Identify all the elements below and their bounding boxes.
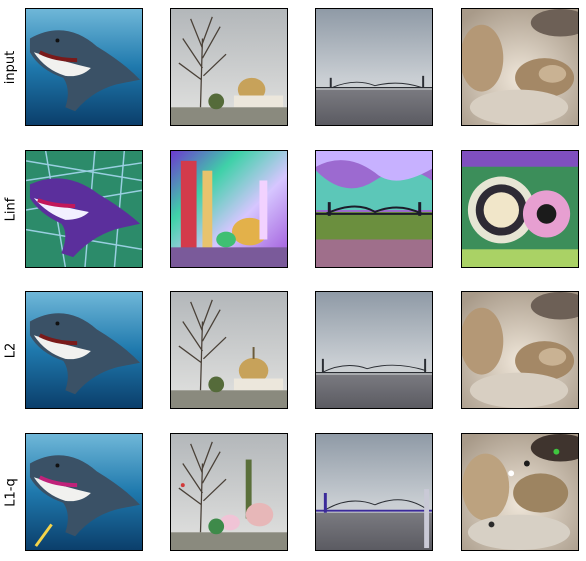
image-l2-snake: [461, 291, 579, 409]
image-linf-mosque: [170, 150, 288, 268]
image-input-snake: [461, 8, 579, 126]
image-l2-bridge: [315, 291, 433, 409]
image-l2-mosque: [170, 291, 288, 409]
image-linf-bridge: [315, 150, 433, 268]
image-l1q-bridge: [315, 433, 433, 551]
image-l2-shark: [25, 291, 143, 409]
image-input-mosque: [170, 8, 288, 126]
row-label-l2: L2: [3, 342, 19, 358]
row-label-input: input: [3, 50, 19, 84]
image-linf-shark: [25, 150, 143, 268]
image-input-bridge: [315, 8, 433, 126]
image-input-shark: [25, 8, 143, 126]
row-label-l1q: L1-q: [3, 477, 19, 507]
image-linf-snake: [461, 150, 579, 268]
row-label-linf: Linf: [3, 197, 19, 221]
image-l1q-mosque: [170, 433, 288, 551]
image-l1q-snake: [461, 433, 579, 551]
image-l1q-shark: [25, 433, 143, 551]
